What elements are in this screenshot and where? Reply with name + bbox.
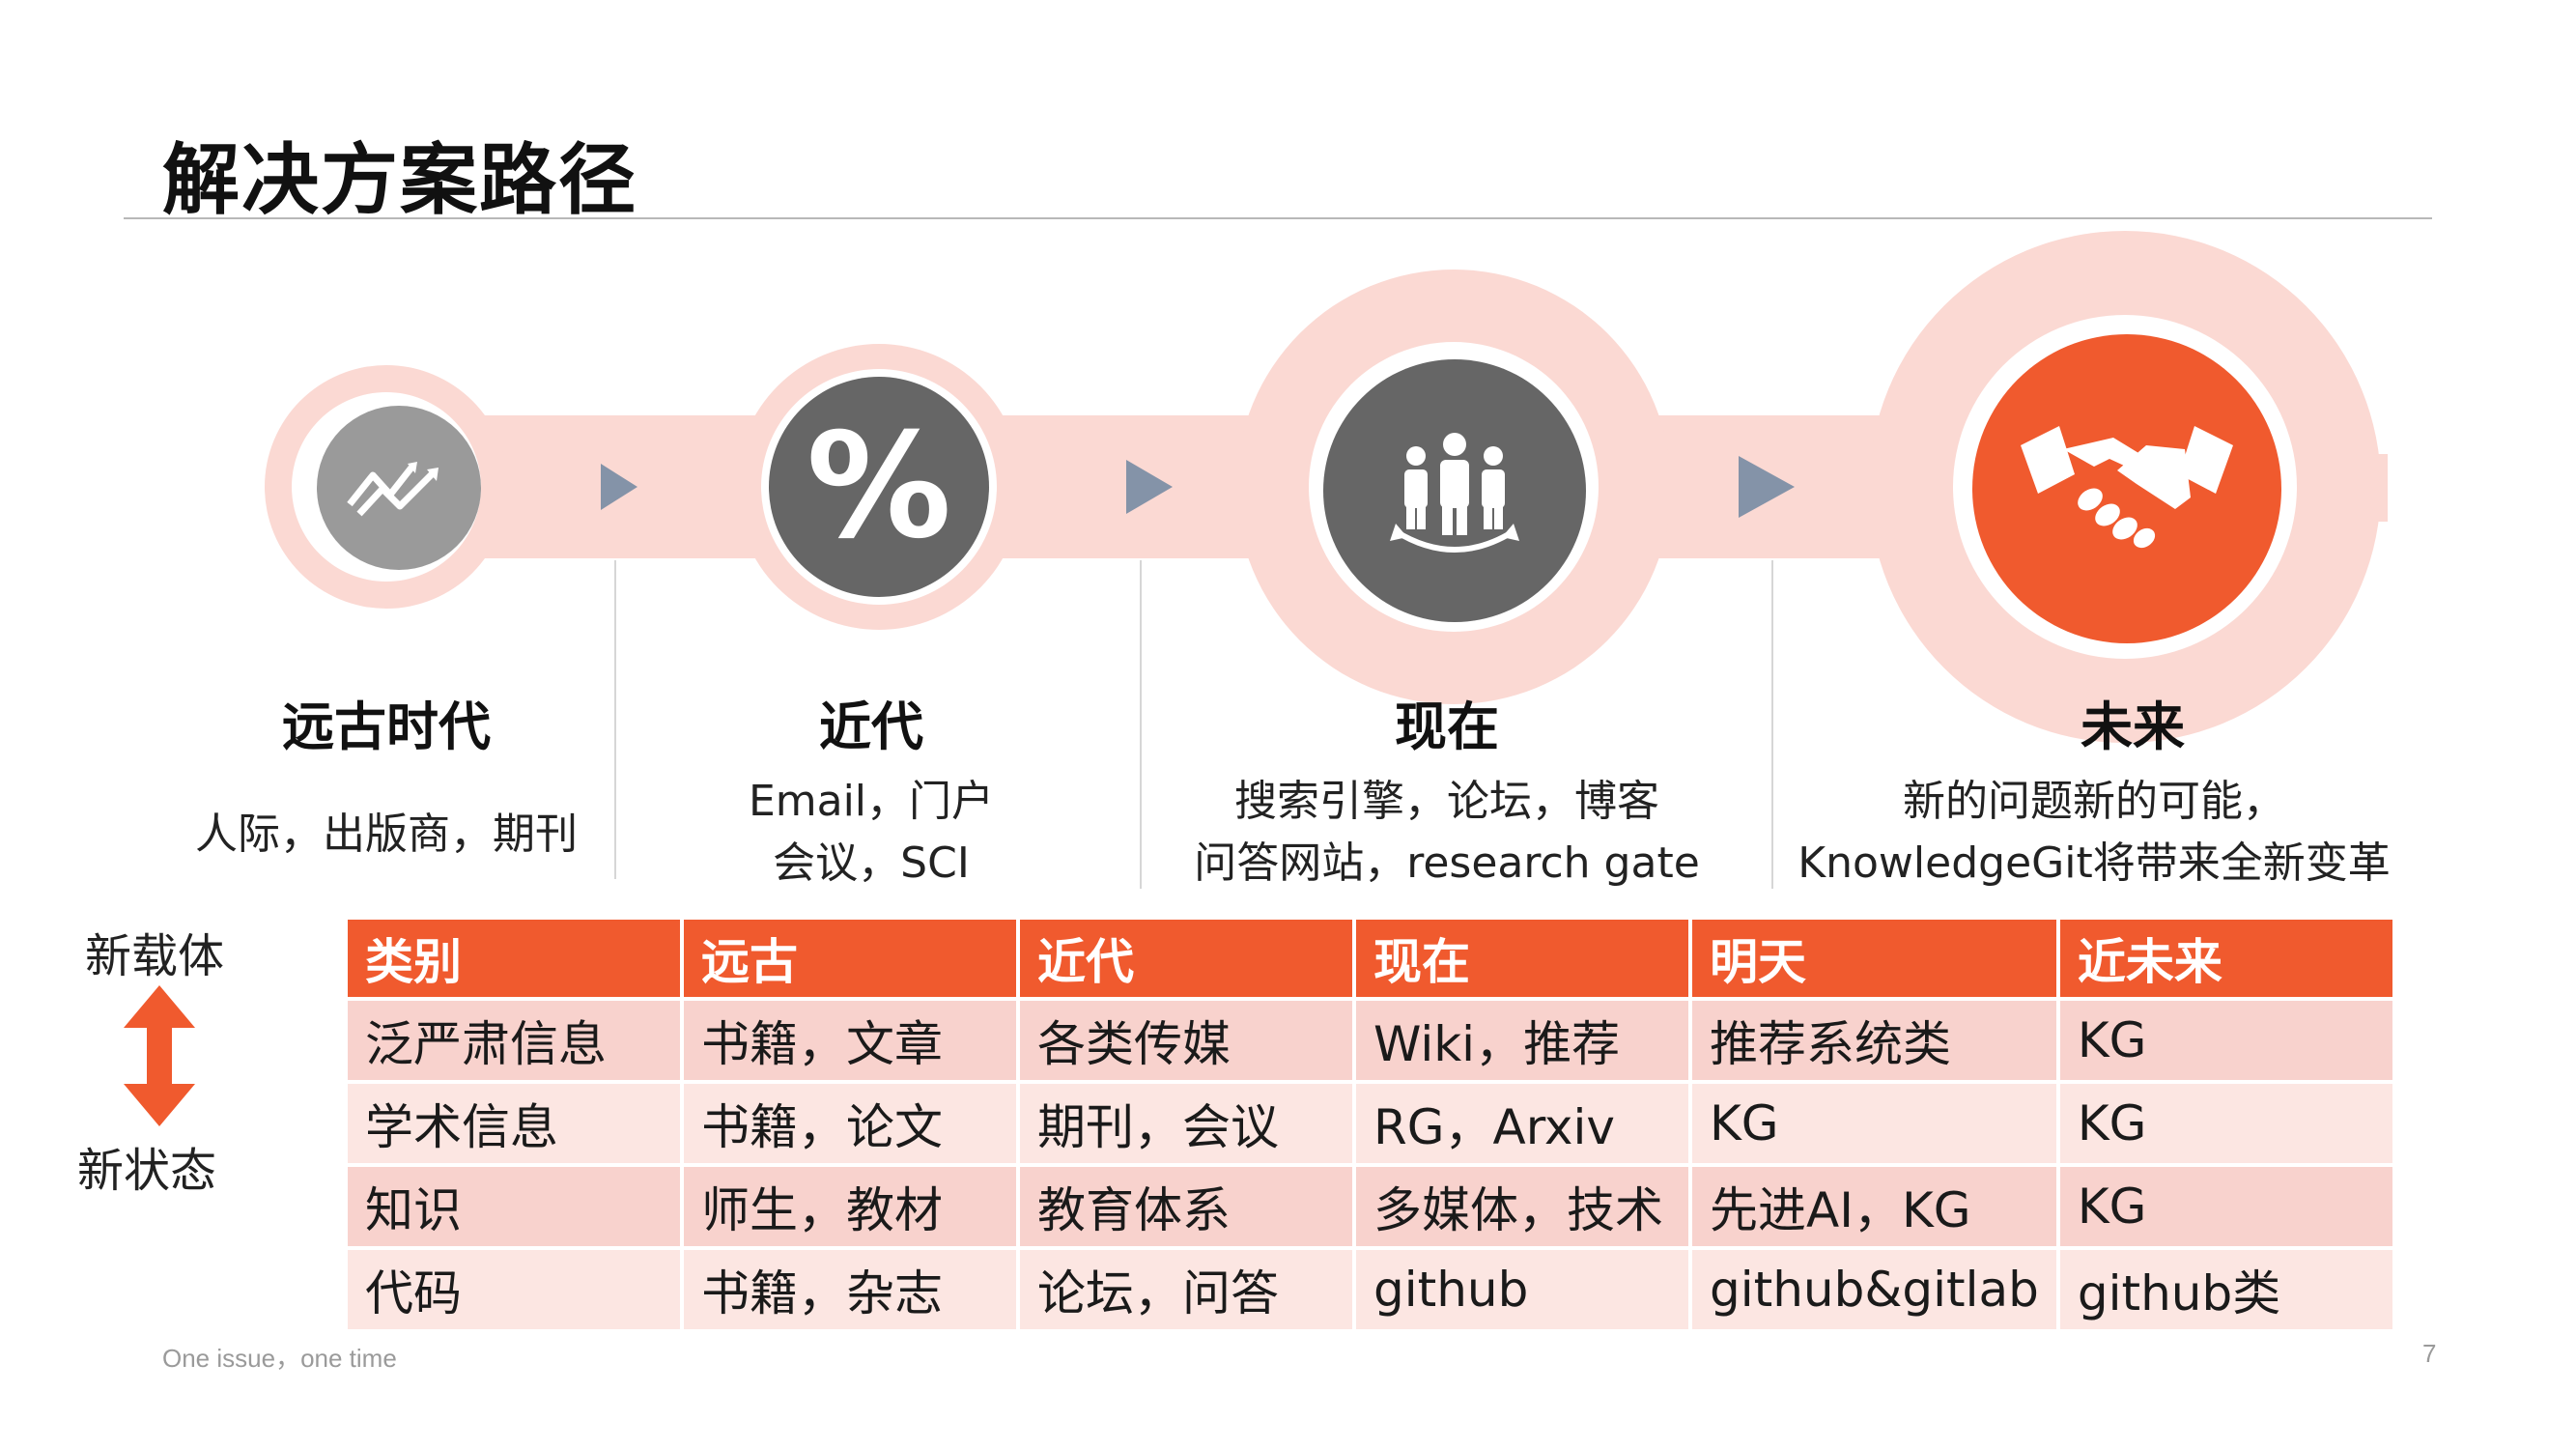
table-cell: github类 [2059,1250,2392,1329]
side-label-bottom: 新状态 [77,1144,217,1198]
era-title-future: 未来 [2081,696,2185,757]
table-header-cell: 近未来 [2059,920,2392,997]
table-cell: 教育体系 [1020,1167,1352,1246]
handshake-icon [2021,426,2233,549]
table-row: 泛严肃信息 书籍，文章 各类传媒 Wiki，推荐 推荐系统类 KG [348,1001,2392,1080]
table-cell: 泛严肃信息 [348,1001,680,1080]
table-row: 代码 书籍，杂志 论坛，问答 github github&gitlab gith… [348,1250,2392,1329]
table-cell: Wiki，推荐 [1356,1001,1688,1080]
era-title-present: 现在 [1395,696,1499,757]
table-cell: KG [1692,1084,2056,1163]
table-header-cell: 明天 [1692,920,2056,997]
table-cell: 论坛，问答 [1020,1250,1352,1329]
table-cell: 推荐系统类 [1692,1001,2056,1080]
team-icon [1390,433,1519,553]
comparison-table: 类别 远古 近代 现在 明天 近未来 泛严肃信息 书籍，文章 各类传媒 Wiki… [344,916,2396,1333]
era-title-ancient: 远古时代 [282,696,491,757]
double-arrow-icon [124,985,195,1126]
table-header-row: 类别 远古 近代 现在 明天 近未来 [348,920,2392,997]
table-header-cell: 类别 [348,920,680,997]
table-cell: 书籍，杂志 [684,1250,1016,1329]
table-cell: 知识 [348,1167,680,1246]
trend-icon [347,462,439,517]
percent-icon: % [806,403,952,571]
table-cell: github&gitlab [1692,1250,2056,1329]
era-icon-present [1323,359,1586,622]
table-header-cell: 近代 [1020,920,1352,997]
table-cell: KG [2059,1167,2392,1246]
table-cell: 代码 [348,1250,680,1329]
era-desc-present: 搜索引擎，论坛，博客 问答网站，research gate [1194,777,1700,888]
table-header-cell: 现在 [1356,920,1688,997]
table-cell: 书籍，文章 [684,1001,1016,1080]
arrow-right-icon [1739,456,1795,518]
table-row: 学术信息 书籍，论文 期刊，会议 RG，Arxiv KG KG [348,1084,2392,1163]
era-icon-modern: % [769,377,989,597]
era-desc-modern: Email，门户 会议，SCI [748,777,995,888]
era-icon-ancient [317,406,481,570]
table-row: 知识 师生，教材 教育体系 多媒体，技术 先进AI，KG KG [348,1167,2392,1246]
table-cell: 多媒体，技术 [1356,1167,1688,1246]
table-cell: 各类传媒 [1020,1001,1352,1080]
table-cell: KG [2059,1084,2392,1163]
era-title-modern: 近代 [819,696,923,757]
table-cell: 期刊，会议 [1020,1084,1352,1163]
table-cell: 书籍，论文 [684,1084,1016,1163]
table-header-cell: 远古 [684,920,1016,997]
era-icon-future [1972,334,2281,643]
table-cell: 先进AI，KG [1692,1167,2056,1246]
table-cell: 学术信息 [348,1084,680,1163]
column-divider [1771,560,1773,889]
era-desc-future: 新的问题新的可能， KnowledgeGit将带来全新变革 [1798,777,2391,888]
table-cell: 师生，教材 [684,1167,1016,1246]
page-number: 7 [2422,1339,2437,1368]
table-cell: RG，Arxiv [1356,1084,1688,1163]
arrow-right-icon [1126,460,1173,514]
arrow-right-icon [601,464,637,510]
table-cell: github [1356,1250,1688,1329]
table-cell: KG [2059,1001,2392,1080]
footer-tagline: One issue，one time [162,1344,397,1373]
side-label-top: 新载体 [85,929,225,983]
